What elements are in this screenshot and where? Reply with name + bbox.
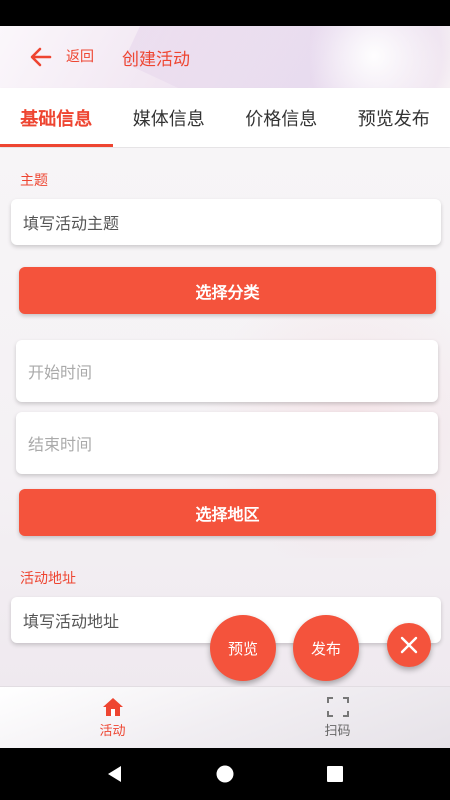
- system-recents-button[interactable]: [315, 754, 355, 794]
- bottom-nav: 活动 扫码: [0, 686, 450, 749]
- app-header: 返回 创建活动: [0, 26, 450, 88]
- publish-fab[interactable]: 发布: [293, 615, 359, 681]
- nav-label-scan: 扫码: [324, 724, 351, 739]
- tab-bar: 基础信息 媒体信息 价格信息 预览发布: [0, 88, 450, 147]
- close-fab[interactable]: [387, 623, 431, 667]
- circle-home-icon: [216, 765, 234, 783]
- back-label[interactable]: 返回: [66, 46, 94, 66]
- select-region-button[interactable]: 选择地区: [19, 489, 436, 536]
- form-content[interactable]: 主题 填写活动主题 选择分类 开始时间 结束时间 选择地区 活动地址 填写活动地…: [0, 148, 450, 686]
- nav-item-scan[interactable]: 扫码: [225, 687, 450, 749]
- triangle-back-icon: [108, 766, 121, 782]
- topic-input[interactable]: 填写活动主题: [11, 199, 441, 245]
- tab-media-info[interactable]: 媒体信息: [113, 88, 226, 147]
- tab-basic-info[interactable]: 基础信息: [0, 88, 113, 147]
- nav-label-activity: 活动: [99, 724, 126, 739]
- end-time-input[interactable]: 结束时间: [16, 412, 438, 474]
- select-category-button[interactable]: 选择分类: [19, 267, 436, 314]
- system-nav-bar: [0, 748, 450, 800]
- scan-icon: [326, 697, 349, 717]
- nav-item-activity[interactable]: 活动: [0, 687, 225, 749]
- start-time-input[interactable]: 开始时间: [16, 340, 438, 402]
- system-home-button[interactable]: [205, 754, 245, 794]
- topic-label: 主题: [20, 173, 48, 189]
- arrow-left-icon: [30, 47, 52, 67]
- tab-price-info[interactable]: 价格信息: [225, 88, 338, 147]
- home-icon: [102, 698, 123, 716]
- preview-fab[interactable]: 预览: [210, 615, 276, 681]
- system-back-button[interactable]: [95, 754, 135, 794]
- close-icon: [400, 636, 418, 654]
- tab-preview-publish[interactable]: 预览发布: [338, 88, 450, 147]
- address-label: 活动地址: [20, 571, 76, 587]
- square-recents-icon: [327, 766, 343, 782]
- status-bar: [0, 0, 450, 26]
- back-button[interactable]: [26, 43, 56, 71]
- page-title: 创建活动: [122, 50, 190, 70]
